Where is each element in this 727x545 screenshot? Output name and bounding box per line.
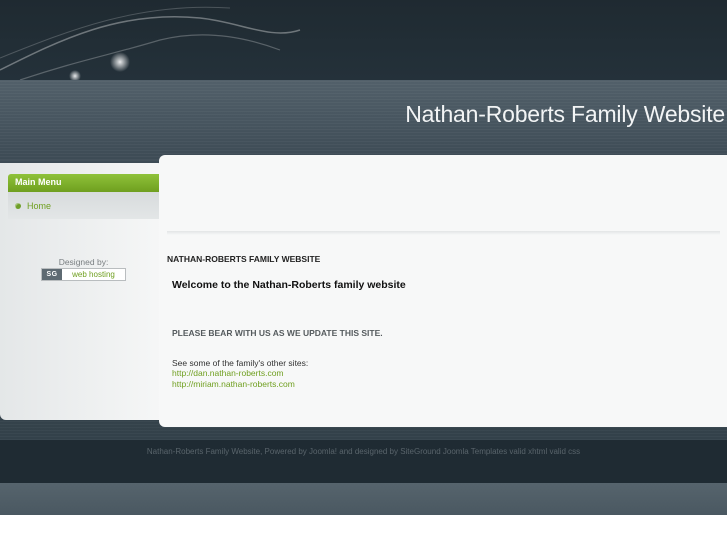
link-dan-site[interactable]: http://dan.nathan-roberts.com <box>172 368 284 378</box>
other-sites-label: See some of the family's other sites: <box>172 358 309 368</box>
siteground-logo-icon: SG <box>42 269 62 280</box>
main-menu-title: Main Menu <box>15 177 62 187</box>
main-menu: Home <box>8 192 159 219</box>
web-hosting-badge[interactable]: SG web hosting <box>41 268 126 281</box>
footer-text: Nathan-Roberts Family Website, Powered b… <box>146 447 581 456</box>
light-swoosh-decoration <box>0 6 301 80</box>
welcome-text: Welcome to the Nathan-Roberts family web… <box>172 279 406 291</box>
footer-lower-band <box>0 483 727 515</box>
menu-item-label[interactable]: Home <box>27 201 51 211</box>
designed-by-label: Designed by: <box>58 257 109 267</box>
menu-item-home[interactable]: Home <box>15 200 51 212</box>
web-hosting-link[interactable]: web hosting <box>62 270 125 279</box>
top-banner <box>0 0 727 80</box>
link-miriam-site[interactable]: http://miriam.nathan-roberts.com <box>172 379 295 389</box>
content-divider <box>167 231 720 235</box>
page-bottom <box>0 515 727 545</box>
article-heading: NATHAN-ROBERTS FAMILY WEBSITE <box>167 254 321 264</box>
content-panel: NATHAN-ROBERTS FAMILY WEBSITE Welcome to… <box>159 155 727 427</box>
bullet-icon <box>15 203 21 209</box>
site-title[interactable]: Nathan-Roberts Family Website <box>405 101 725 128</box>
update-notice: PLEASE BEAR WITH US AS WE UPDATE THIS SI… <box>172 328 383 338</box>
sidebar: Main Menu Home Designed by: SG web hosti… <box>0 163 164 420</box>
main-menu-header: Main Menu <box>8 174 159 192</box>
